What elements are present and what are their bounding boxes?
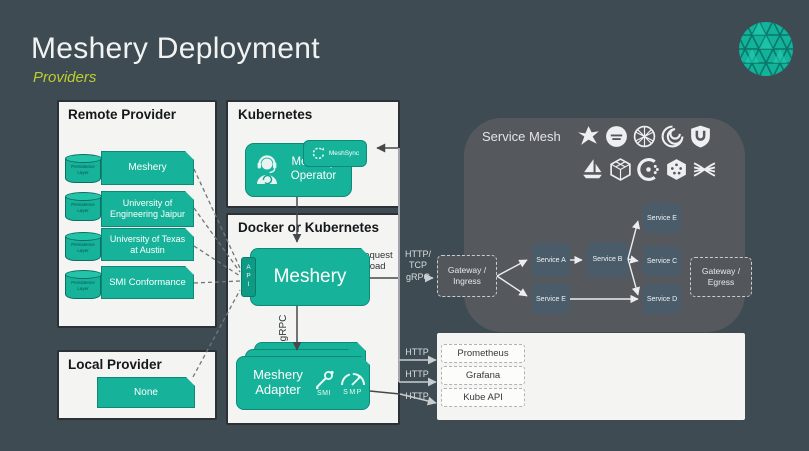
docker-kubernetes-title: Docker or Kubernetes [238, 220, 379, 235]
kubernetes-title: Kubernetes [238, 107, 312, 122]
remote-item-meshery: Meshery [101, 151, 194, 185]
service-mesh-title: Service Mesh [482, 129, 561, 144]
kuma-cube-icon [608, 157, 633, 182]
meshery-adapter-label: Meshery Adapter [247, 368, 309, 398]
remote-provider-title: Remote Provider [68, 107, 176, 122]
citrix-shield-icon [688, 124, 713, 149]
persistence-db-icon: Persistence Layer [65, 197, 101, 221]
smi-tools-icon: SMI [311, 370, 337, 397]
remote-item-smi-conformance: SMI Conformance [101, 266, 194, 299]
http-label-prometheus: HTTP [400, 347, 434, 358]
http-label-kube-api: HTTP [400, 391, 434, 402]
persistence-label: Persistence Layer [66, 202, 100, 213]
local-provider-title: Local Provider [68, 357, 162, 372]
network-service-mesh-icon [632, 124, 657, 149]
grafana-box: Grafana [441, 366, 525, 385]
linkerd-disc-icon [604, 124, 629, 149]
smp-label: SMP [337, 389, 369, 396]
meshery-core-box: Meshery [250, 248, 370, 306]
local-item-none: None [97, 377, 195, 408]
persistence-label: Persistence Layer [66, 164, 100, 175]
octarine-spiral-icon [660, 124, 685, 149]
remote-item-university-jaipur: University of Engineering Jaipur [101, 191, 194, 227]
consul-icon [636, 157, 661, 182]
slide-meshery-deployment: Meshery Deployment Providers Remote Prov… [0, 0, 809, 451]
persistence-db-icon: Persistence Layer [65, 159, 101, 183]
service-e-bottom-box: Service E [532, 284, 570, 314]
appmesh-icon [576, 124, 601, 149]
meshsync-cycle-icon [311, 146, 326, 161]
service-d-box: Service D [643, 284, 681, 314]
service-a-box: Service A [532, 243, 570, 277]
service-mesh-box [464, 118, 745, 332]
service-c-box: Service C [643, 246, 681, 276]
osm-hexagon-icon [664, 157, 689, 182]
maesh-weave-icon [692, 157, 717, 182]
remote-item-university-texas: University of Texas at Austin [101, 228, 194, 261]
gateway-egress-box: Gateway / Egress [690, 257, 752, 297]
kube-api-box: Kube API [441, 388, 525, 407]
meshery-api-tab: API [241, 257, 256, 297]
gateway-ingress-box: Gateway / Ingress [437, 255, 497, 297]
meshery-logo [737, 20, 795, 78]
operator-headset-icon [254, 153, 280, 187]
meshery-adapter-box: Meshery Adapter SMI SMP [236, 356, 370, 410]
meshsync-box: MeshSync [303, 140, 367, 167]
meshsync-label: MeshSync [329, 150, 359, 157]
page-title: Meshery Deployment [31, 32, 320, 66]
http-tcp-grpc-label: HTTP/ TCP gRPC [400, 249, 436, 283]
grpc-edge-label: gRPC [278, 306, 290, 350]
persistence-label: Persistence Layer [66, 242, 100, 253]
smi-label: SMI [311, 390, 337, 397]
service-b-box: Service B [587, 242, 628, 277]
istio-sail-icon [580, 157, 605, 182]
api-label: API [245, 264, 252, 290]
persistence-db-icon: Persistence Layer [65, 237, 101, 261]
persistence-label: Persistence Layer [66, 280, 100, 291]
service-e-top-box: Service E [643, 203, 681, 233]
page-subtitle: Providers [33, 69, 96, 86]
http-label-grafana: HTTP [400, 369, 434, 380]
prometheus-box: Prometheus [441, 344, 525, 363]
smp-gauge-icon: SMP [337, 371, 369, 396]
persistence-db-icon: Persistence Layer [65, 275, 101, 299]
